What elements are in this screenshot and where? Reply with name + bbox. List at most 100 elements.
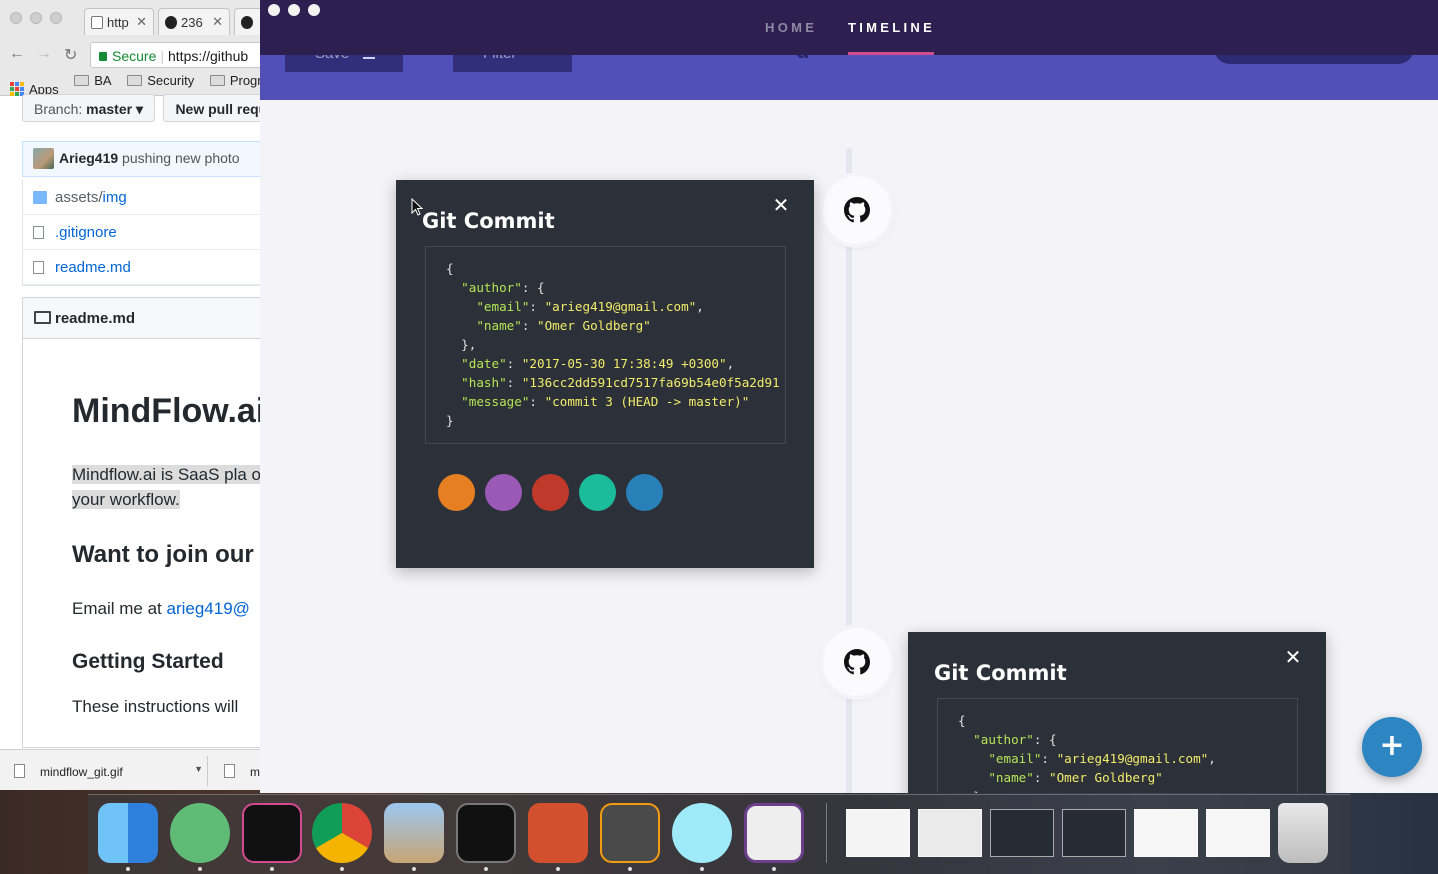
running-indicator: [700, 867, 704, 871]
git-commit-card: Git Commit ✕ { "author": { "email": "ari…: [908, 632, 1326, 793]
lock-icon: [99, 52, 107, 61]
activity-monitor-icon[interactable]: [456, 803, 516, 863]
running-indicator: [340, 867, 344, 871]
nav-home[interactable]: HOME: [765, 20, 817, 35]
file-row[interactable]: assets/img: [23, 180, 261, 215]
add-button[interactable]: +: [1362, 717, 1422, 777]
bookmark-security[interactable]: Security: [127, 73, 194, 88]
readme-paragraph: Mindflow.ai is SaaS pla on your workflow…: [72, 462, 261, 512]
window-thumbnail[interactable]: [990, 809, 1054, 857]
github-icon[interactable]: [823, 176, 891, 244]
address-bar[interactable]: Secure | https://github: [90, 42, 261, 68]
keyboard-icon[interactable]: [744, 803, 804, 863]
color-swatches: [438, 474, 663, 511]
running-indicator: [412, 867, 416, 871]
window-thumbnail[interactable]: [1134, 809, 1198, 857]
readme-instructions: These instructions will: [72, 697, 239, 716]
app-window: Save Filter g HOME TIMELINE Git Commit ✕…: [260, 0, 1438, 793]
branch-row: Branch: master ▾ New pull requ: [22, 94, 261, 122]
bookmark-programming[interactable]: Progra: [209, 73, 261, 88]
github-icon[interactable]: [823, 628, 891, 696]
window-thumbnail[interactable]: [846, 809, 910, 857]
back-icon[interactable]: ←: [9, 45, 25, 63]
window-thumbnail[interactable]: [918, 809, 982, 857]
window-close-button[interactable]: [10, 12, 22, 24]
avatar[interactable]: [33, 148, 54, 169]
nav-timeline[interactable]: TIMELINE: [848, 20, 935, 35]
active-tab-indicator: [848, 52, 934, 55]
card-title: Git Commit: [422, 209, 555, 233]
github-icon: [241, 16, 253, 29]
forward-icon[interactable]: →: [36, 45, 52, 63]
tab-label: http: [107, 15, 129, 30]
color-swatch-purple[interactable]: [485, 474, 522, 511]
folder-icon: [209, 75, 225, 86]
tab-close-icon[interactable]: ✕: [212, 14, 223, 30]
folder-icon: [74, 75, 90, 86]
folder-icon: [127, 75, 143, 86]
branch-select-button[interactable]: Branch: master ▾: [22, 94, 155, 122]
readme-heading: MindFlow.ai: [72, 392, 262, 430]
dock: [88, 794, 1350, 874]
commit-author-link[interactable]: Arieg419: [59, 150, 118, 166]
window-zoom-button[interactable]: [308, 4, 320, 16]
readme-header: readme.md: [22, 297, 261, 339]
file-row[interactable]: .gitignore: [23, 215, 261, 250]
finder-icon[interactable]: [98, 803, 158, 863]
window-zoom-button[interactable]: [50, 12, 62, 24]
preview-icon[interactable]: [384, 803, 444, 863]
file-row[interactable]: readme.md: [23, 250, 261, 285]
git-commit-card: Git Commit ✕ { "author": { "email": "ari…: [396, 180, 814, 568]
color-swatch-teal[interactable]: [579, 474, 616, 511]
chevron-down-icon[interactable]: ▼: [194, 764, 203, 774]
window-close-button[interactable]: [268, 4, 280, 16]
browser-tab[interactable]: [234, 8, 261, 35]
color-swatch-blue[interactable]: [626, 474, 663, 511]
reload-icon[interactable]: ↻: [64, 45, 77, 65]
card-title: Git Commit: [934, 661, 1067, 685]
window-thumbnail[interactable]: [1062, 809, 1126, 857]
download-item[interactable]: my: [212, 756, 261, 786]
chrome-toolbar: http ✕ 236 ✕ ← → ↻ Secure | https://github: [0, 0, 261, 97]
bookmark-ba[interactable]: BA: [74, 73, 112, 88]
color-swatch-red[interactable]: [532, 474, 569, 511]
color-swatch-orange[interactable]: [438, 474, 475, 511]
downloads-bar: mindflow_git.gif ▼ my: [0, 749, 261, 790]
file-icon: [14, 764, 25, 778]
close-icon[interactable]: ✕: [1280, 644, 1306, 670]
new-pull-request-button[interactable]: New pull requ: [163, 94, 261, 122]
atom-icon[interactable]: [170, 803, 230, 863]
chrome-window: http ✕ 236 ✕ ← → ↻ Secure | https://github: [0, 0, 262, 790]
window-minimize-button[interactable]: [288, 4, 300, 16]
email-link[interactable]: arieg419@: [166, 599, 249, 618]
browser-tab[interactable]: 236 ✕: [158, 8, 230, 35]
running-indicator: [772, 867, 776, 871]
file-icon: [224, 764, 235, 778]
file-icon: [33, 226, 44, 239]
terminal-icon[interactable]: [242, 803, 302, 863]
electron-icon[interactable]: [672, 803, 732, 863]
trash-icon[interactable]: [1278, 803, 1328, 863]
tab-close-icon[interactable]: ✕: [136, 14, 147, 30]
powerpoint-icon[interactable]: [528, 803, 588, 863]
running-indicator: [198, 867, 202, 871]
window-thumbnail[interactable]: [1206, 809, 1270, 857]
download-item[interactable]: mindflow_git.gif ▼: [2, 756, 208, 786]
url-text: https://github: [168, 48, 249, 64]
circle-logo-icon: [165, 16, 177, 29]
commit-json: { "author": { "email": "arieg419@gmail.c…: [425, 246, 786, 444]
bookmarks-bar: Apps BA Security Progra: [10, 73, 261, 97]
close-icon[interactable]: ✕: [768, 192, 794, 218]
running-indicator: [126, 867, 130, 871]
commit-message[interactable]: pushing new photo: [122, 150, 240, 166]
chrome-icon[interactable]: [312, 803, 372, 863]
browser-tab[interactable]: http ✕: [84, 8, 154, 35]
latest-commit-bar: Arieg419 pushing new photo: [22, 141, 261, 177]
file-icon: [33, 261, 44, 274]
sublime-text-icon[interactable]: [600, 803, 660, 863]
tab-label: 236: [181, 15, 203, 30]
window-minimize-button[interactable]: [30, 12, 42, 24]
readme-contact: Email me at arieg419@: [72, 599, 250, 618]
running-indicator: [556, 867, 560, 871]
folder-icon: [33, 191, 47, 204]
